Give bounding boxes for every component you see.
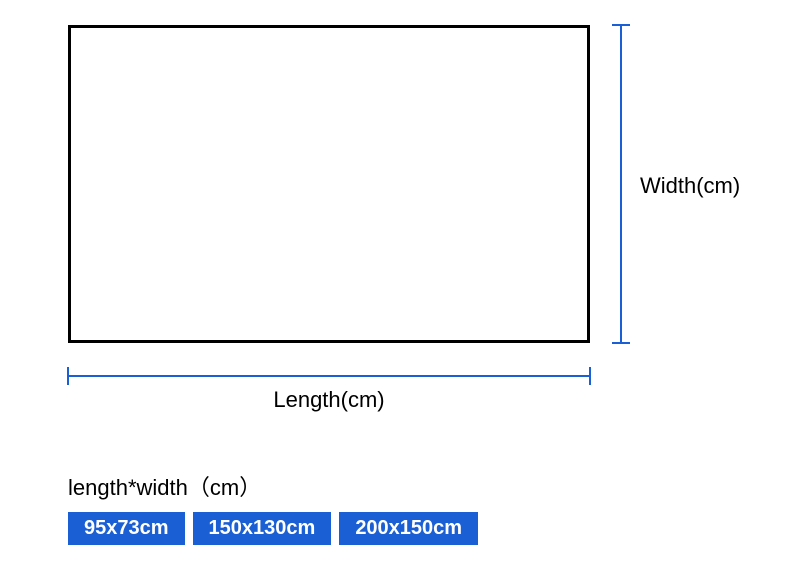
length-label: Length(cm)	[68, 387, 590, 413]
size-options-section: length*width（cm） 95x73cm 150x130cm 200x1…	[68, 470, 478, 545]
width-label: Width(cm)	[640, 173, 740, 199]
rectangle-outline	[68, 25, 590, 343]
length-dimension-cap-right	[589, 367, 591, 385]
width-dimension-cap-bottom	[612, 342, 630, 344]
width-dimension-line	[620, 25, 622, 343]
size-option-1[interactable]: 150x130cm	[193, 512, 332, 545]
dimension-diagram: Width(cm) Length(cm)	[68, 25, 748, 445]
size-options-row: 95x73cm 150x130cm 200x150cm	[68, 512, 478, 545]
size-options-title: length*width（cm）	[68, 470, 478, 502]
width-dimension-cap-top	[612, 24, 630, 26]
size-option-2[interactable]: 200x150cm	[339, 512, 478, 545]
size-option-0[interactable]: 95x73cm	[68, 512, 185, 545]
length-dimension-cap-left	[67, 367, 69, 385]
length-dimension-line	[68, 375, 590, 377]
